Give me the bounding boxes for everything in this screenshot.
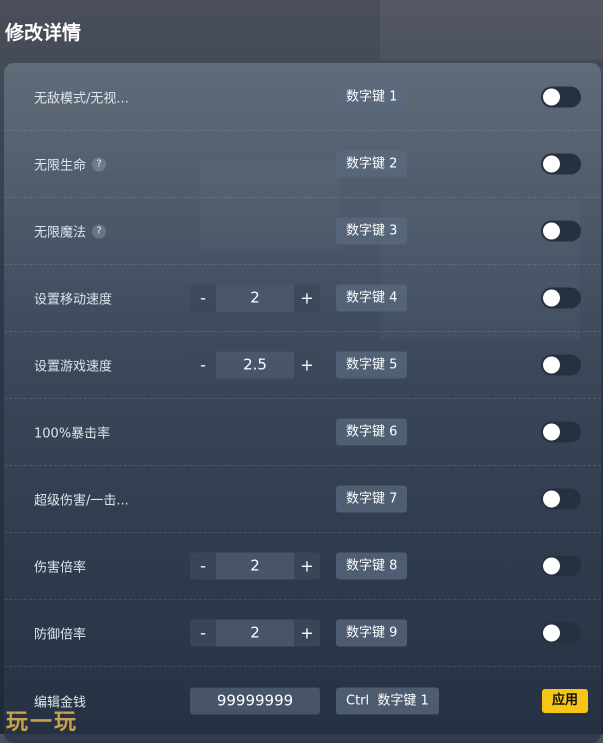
stepper-value[interactable]: 2 [216, 619, 294, 647]
value-stepper: - 2 + [190, 284, 320, 312]
toggle-knob [543, 423, 560, 441]
stepper-value[interactable]: 2 [216, 552, 294, 580]
cheat-row-crit-rate: 100%暴击率 数字键 6 [4, 399, 601, 466]
toggle-knob [543, 356, 560, 374]
value-stepper: - 2.5 + [190, 351, 320, 379]
decrement-button[interactable]: - [190, 552, 216, 580]
cheat-label: 无敌模式/无视... [34, 88, 129, 107]
decrement-button[interactable]: - [190, 351, 216, 379]
cheat-toggle[interactable] [541, 488, 581, 510]
cheat-row-super-damage: 超级伤害/一击... 数字键 7 [4, 466, 601, 533]
money-input[interactable]: 99999999 [190, 687, 320, 714]
hotkey-badge[interactable]: 数字键 9 [336, 619, 408, 647]
cheat-label: 伤害倍率 [34, 557, 86, 576]
cheat-toggle[interactable] [541, 220, 581, 242]
help-icon[interactable]: ? [92, 224, 107, 238]
hotkey-badge[interactable]: 数字键 5 [336, 351, 408, 379]
value-stepper: - 2 + [190, 552, 320, 580]
cheat-row-edit-money: 编辑金钱 99999999 Ctrl 数字键 1 应用 [4, 667, 601, 734]
toggle-knob [543, 490, 560, 508]
toggle-knob [543, 557, 560, 575]
help-icon[interactable]: ? [92, 157, 107, 171]
cheat-label: 防御倍率 [34, 624, 86, 643]
cheat-label-text: 设置移动速度 [34, 292, 113, 308]
toggle-knob [543, 155, 560, 173]
toggle-knob [543, 222, 560, 240]
cheat-label-text: 设置游戏速度 [34, 359, 113, 375]
toggle-knob [543, 88, 560, 106]
cheat-label: 无限魔法? [34, 222, 107, 241]
cheat-label: 100%暴击率 [34, 423, 110, 442]
increment-button[interactable]: + [294, 619, 320, 647]
increment-button[interactable]: + [294, 351, 320, 379]
toggle-knob [543, 624, 560, 642]
hotkey-badge[interactable]: Ctrl 数字键 1 [336, 687, 439, 714]
value-stepper: - 2 + [190, 619, 320, 647]
stepper-value[interactable]: 2.5 [216, 351, 294, 379]
cheat-label-text: 超级伤害/一击... [34, 493, 129, 509]
cheat-row-damage-multiplier: 伤害倍率 - 2 + 数字键 8 [4, 533, 601, 600]
apply-button[interactable]: 应用 [542, 688, 589, 713]
cheat-label-text: 无敌模式/无视... [34, 91, 129, 107]
increment-button[interactable]: + [294, 552, 320, 580]
cheat-label: 设置移动速度 [34, 289, 112, 308]
hotkey-badge[interactable]: 数字键 3 [336, 217, 408, 245]
cheat-label: 设置游戏速度 [34, 356, 112, 375]
decrement-button[interactable]: - [190, 284, 216, 312]
stepper-value[interactable]: 2 [216, 284, 294, 312]
cheat-toggle[interactable] [541, 555, 581, 577]
cheat-toggle[interactable] [541, 86, 581, 108]
cheat-row-game-speed: 设置游戏速度 - 2.5 + 数字键 5 [4, 332, 601, 399]
cheat-row-defense-multiplier: 防御倍率 - 2 + 数字键 9 [4, 600, 601, 667]
cheat-row-infinite-mana: 无限魔法? 数字键 3 [4, 198, 601, 265]
decrement-button[interactable]: - [190, 619, 216, 647]
watermark-logo: 玩一玩 [6, 710, 79, 735]
increment-button[interactable]: + [294, 284, 320, 312]
cheat-label-text: 100%暴击率 [34, 426, 111, 442]
hotkey-badge[interactable]: 数字键 7 [336, 485, 408, 513]
cheat-toggle[interactable] [541, 287, 581, 309]
cheat-toggle[interactable] [541, 421, 581, 443]
cheat-label-text: 无限魔法 [34, 225, 87, 241]
cheat-toggle[interactable] [541, 354, 581, 376]
cheat-label: 无限生命? [34, 155, 107, 174]
cheat-row-move-speed: 设置移动速度 - 2 + 数字键 4 [4, 265, 601, 332]
cheat-label-text: 伤害倍率 [34, 560, 87, 576]
hotkey-badge[interactable]: 数字键 6 [336, 418, 408, 446]
cheat-label-text: 防御倍率 [34, 627, 87, 643]
cheat-row-infinite-life: 无限生命? 数字键 2 [4, 131, 601, 198]
hotkey-badge[interactable]: 数字键 1 [336, 83, 408, 111]
hotkey-badge[interactable]: 数字键 4 [336, 284, 408, 312]
cheat-toggle[interactable] [541, 622, 581, 644]
cheat-label: 超级伤害/一击... [34, 490, 129, 509]
cheat-row-god-mode: 无敌模式/无视... 数字键 1 [4, 64, 601, 131]
cheat-label-text: 无限生命 [34, 158, 87, 174]
cheat-toggle[interactable] [541, 153, 581, 175]
page-title: 修改详情 [5, 22, 82, 44]
hotkey-badge[interactable]: 数字键 2 [336, 150, 408, 178]
hotkey-badge[interactable]: 数字键 8 [336, 552, 408, 580]
toggle-knob [543, 289, 560, 307]
